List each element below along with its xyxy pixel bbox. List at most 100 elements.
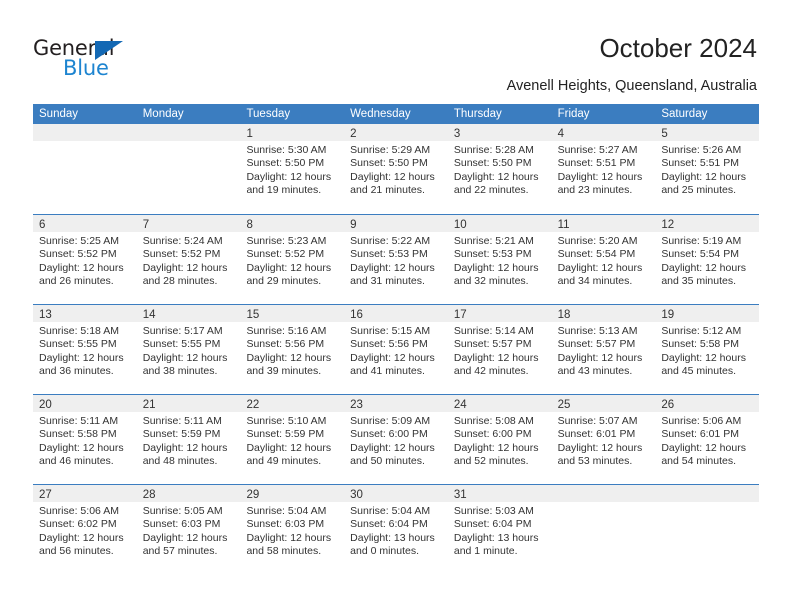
day-details bbox=[137, 141, 241, 144]
day-number-band: 6 bbox=[33, 215, 137, 232]
day-number: 27 bbox=[39, 489, 52, 501]
day-cell[interactable]: 28 Sunrise: 5:05 AM Sunset: 6:03 PM Dayligh… bbox=[136, 485, 241, 574]
day-detail-line: and 32 minutes. bbox=[453, 275, 529, 288]
day-detail-line: and 21 minutes. bbox=[350, 184, 425, 197]
day-detail-line: Daylight: 12 hours bbox=[350, 351, 435, 364]
day-number-band: 17 bbox=[447, 305, 552, 322]
day-details: Sunrise: 5:08 AM Sunset: 6:00 PM Daylight:… bbox=[448, 412, 552, 469]
day-detail-line: Sunrise: 5:22 AM bbox=[350, 235, 431, 247]
day-detail-line: and 46 minutes. bbox=[39, 455, 114, 468]
day-detail-line: Daylight: 12 hours bbox=[350, 441, 435, 454]
day-cell[interactable]: 4 Sunrise: 5:27 AM Sunset: 5:51 PM Daylight… bbox=[551, 124, 656, 214]
day-detail-line: Sunset: 5:55 PM bbox=[142, 338, 221, 351]
day-cell[interactable]: 26 Sunrise: 5:06 AM Sunset: 6:01 PM Dayligh… bbox=[655, 395, 760, 484]
day-cell[interactable]: 17 Sunrise: 5:14 AM Sunset: 5:57 PM Dayligh… bbox=[447, 305, 552, 394]
day-cell[interactable]: 3 Sunrise: 5:28 AM Sunset: 5:50 PM Daylight… bbox=[447, 124, 552, 214]
day-cell[interactable]: 7 Sunrise: 5:24 AM Sunset: 5:52 PM Daylight… bbox=[136, 215, 241, 304]
day-number: 24 bbox=[453, 399, 467, 411]
day-detail-line: Daylight: 12 hours bbox=[557, 170, 643, 183]
day-cell[interactable]: 18 Sunrise: 5:13 AM Sunset: 5:57 PM Dayligh… bbox=[551, 305, 656, 394]
day-cell[interactable]: 21 Sunrise: 5:11 AM Sunset: 5:59 PM Dayligh… bbox=[136, 395, 241, 484]
day-cell[interactable]: 14 Sunrise: 5:17 AM Sunset: 5:55 PM Dayligh… bbox=[136, 305, 241, 394]
day-cell[interactable]: 31 Sunrise: 5:03 AM Sunset: 6:04 PM Dayligh… bbox=[447, 485, 552, 574]
day-cell[interactable]: 8 Sunrise: 5:23 AM Sunset: 5:52 PM Daylight… bbox=[240, 215, 345, 304]
day-details: Sunrise: 5:10 AM Sunset: 5:59 PM Daylight:… bbox=[240, 412, 344, 469]
day-number: 5 bbox=[661, 128, 668, 140]
day-detail-line: Sunset: 5:52 PM bbox=[246, 248, 325, 261]
day-detail-line: Sunset: 5:59 PM bbox=[142, 428, 221, 441]
day-detail-line: Sunset: 5:57 PM bbox=[557, 338, 636, 351]
day-cell[interactable]: 12 Sunrise: 5:19 AM Sunset: 5:54 PM Dayligh… bbox=[655, 215, 760, 304]
day-detail-line: Daylight: 12 hours bbox=[453, 441, 539, 454]
day-cell[interactable]: 29 Sunrise: 5:04 AM Sunset: 6:03 PM Dayligh… bbox=[240, 485, 345, 574]
day-cell[interactable]: 24 Sunrise: 5:08 AM Sunset: 6:00 PM Dayligh… bbox=[447, 395, 552, 484]
day-cell[interactable]: 19 Sunrise: 5:12 AM Sunset: 5:58 PM Dayligh… bbox=[655, 305, 760, 394]
day-cell[interactable]: 27 Sunrise: 5:06 AM Sunset: 6:02 PM Dayligh… bbox=[33, 485, 137, 574]
day-number-band: 8 bbox=[240, 215, 345, 232]
day-detail-line: and 38 minutes. bbox=[142, 365, 218, 378]
day-cell[interactable]: 13 Sunrise: 5:18 AM Sunset: 5:55 PM Dayligh… bbox=[33, 305, 137, 394]
day-number: 14 bbox=[142, 309, 156, 321]
day-detail-line: and 57 minutes. bbox=[142, 545, 218, 558]
day-detail-line: Daylight: 12 hours bbox=[39, 261, 124, 274]
day-cell[interactable]: 22 Sunrise: 5:10 AM Sunset: 5:59 PM Dayligh… bbox=[240, 395, 345, 484]
day-detail-line: and 41 minutes. bbox=[350, 365, 425, 378]
day-detail-line: Sunrise: 5:14 AM bbox=[453, 325, 534, 337]
day-cell[interactable]: 25 Sunrise: 5:07 AM Sunset: 6:01 PM Dayligh… bbox=[551, 395, 656, 484]
day-detail-line: and 48 minutes. bbox=[142, 455, 218, 468]
day-cell[interactable]: 20 Sunrise: 5:11 AM Sunset: 5:58 PM Dayligh… bbox=[33, 395, 137, 484]
day-detail-line: and 53 minutes. bbox=[557, 455, 633, 468]
day-detail-line: Sunrise: 5:28 AM bbox=[453, 144, 534, 156]
day-cell[interactable]: 9 Sunrise: 5:22 AM Sunset: 5:53 PM Daylight… bbox=[344, 215, 448, 304]
day-detail-line: and 28 minutes. bbox=[142, 275, 218, 288]
day-details bbox=[33, 141, 137, 144]
day-details: Sunrise: 5:24 AM Sunset: 5:52 PM Daylight:… bbox=[137, 232, 241, 289]
day-number: 13 bbox=[39, 309, 52, 321]
day-cell[interactable]: 5 Sunrise: 5:26 AM Sunset: 5:51 PM Daylight… bbox=[655, 124, 760, 214]
day-detail-line: Sunrise: 5:06 AM bbox=[39, 505, 119, 517]
day-details: Sunrise: 5:14 AM Sunset: 5:57 PM Daylight:… bbox=[448, 322, 552, 379]
day-number: 25 bbox=[557, 399, 571, 411]
day-detail-line: and 58 minutes. bbox=[246, 545, 322, 558]
day-number-band: 21 bbox=[136, 395, 241, 412]
day-number: 18 bbox=[557, 309, 571, 321]
day-number-band: 20 bbox=[33, 395, 137, 412]
day-details bbox=[552, 502, 656, 505]
day-cell[interactable]: 16 Sunrise: 5:15 AM Sunset: 5:56 PM Dayligh… bbox=[344, 305, 448, 394]
day-detail-line: Daylight: 12 hours bbox=[661, 351, 746, 364]
day-detail-line: Daylight: 12 hours bbox=[142, 531, 228, 544]
day-detail-line: Sunset: 6:03 PM bbox=[246, 518, 325, 531]
day-number-band: 25 bbox=[551, 395, 656, 412]
day-detail-line: Sunset: 5:58 PM bbox=[39, 428, 117, 441]
day-number: 20 bbox=[39, 399, 52, 411]
day-detail-line: Sunset: 5:50 PM bbox=[350, 157, 428, 170]
day-details: Sunrise: 5:06 AM Sunset: 6:02 PM Daylight:… bbox=[33, 502, 137, 559]
weekday-header-tuesday: Tuesday bbox=[246, 108, 291, 120]
day-cell[interactable]: 15 Sunrise: 5:16 AM Sunset: 5:56 PM Dayligh… bbox=[240, 305, 345, 394]
day-detail-line: Sunset: 5:56 PM bbox=[350, 338, 428, 351]
day-detail-line: and 26 minutes. bbox=[39, 275, 114, 288]
day-detail-line: Sunrise: 5:09 AM bbox=[350, 415, 431, 427]
day-details: Sunrise: 5:26 AM Sunset: 5:51 PM Daylight:… bbox=[655, 141, 759, 198]
day-cell[interactable]: 1 Sunrise: 5:30 AM Sunset: 5:50 PM Daylight… bbox=[240, 124, 345, 214]
day-cell[interactable]: 11 Sunrise: 5:20 AM Sunset: 5:54 PM Dayligh… bbox=[551, 215, 656, 304]
day-cell[interactable]: 30 Sunrise: 5:04 AM Sunset: 6:04 PM Dayligh… bbox=[344, 485, 448, 574]
day-detail-line: Sunrise: 5:20 AM bbox=[557, 235, 638, 247]
weekday-header-thursday: Thursday bbox=[453, 108, 502, 120]
page-header: General Blue October 2024 Avenell Height… bbox=[0, 0, 792, 98]
day-cell[interactable]: 6 Sunrise: 5:25 AM Sunset: 5:52 PM Daylight… bbox=[33, 215, 137, 304]
day-details: Sunrise: 5:19 AM Sunset: 5:54 PM Daylight:… bbox=[655, 232, 759, 289]
day-detail-line: Sunset: 5:51 PM bbox=[661, 157, 739, 170]
day-number-band: 16 bbox=[344, 305, 448, 322]
day-detail-line: Daylight: 12 hours bbox=[142, 351, 228, 364]
day-number-band: 28 bbox=[136, 485, 241, 502]
day-cell[interactable]: 2 Sunrise: 5:29 AM Sunset: 5:50 PM Daylight… bbox=[344, 124, 448, 214]
day-detail-line: Sunrise: 5:30 AM bbox=[246, 144, 327, 156]
day-cell[interactable]: 23 Sunrise: 5:09 AM Sunset: 6:00 PM Dayligh… bbox=[344, 395, 448, 484]
day-detail-line: Sunset: 5:55 PM bbox=[39, 338, 117, 351]
day-cell[interactable]: 10 Sunrise: 5:21 AM Sunset: 5:53 PM Dayligh… bbox=[447, 215, 552, 304]
brand-logo[interactable]: General Blue bbox=[33, 36, 163, 84]
day-details: Sunrise: 5:07 AM Sunset: 6:01 PM Daylight:… bbox=[552, 412, 656, 469]
day-detail-line: Sunset: 5:56 PM bbox=[246, 338, 325, 351]
day-number-band: 1 bbox=[240, 124, 345, 141]
